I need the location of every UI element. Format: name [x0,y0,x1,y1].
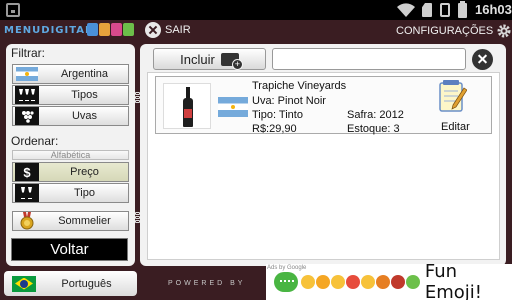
emoji-icon [405,275,420,289]
back-button[interactable]: Voltar [11,238,128,261]
search-input[interactable] [272,48,466,70]
emoji-icon [300,275,315,289]
sort-alphabetical[interactable]: Alfabética [12,150,129,160]
wine-bottle-image [163,83,211,129]
logo-green-icon [123,23,134,36]
wine-list-item[interactable]: Trapiche Vineyards Uva: Pinot Noir Tipo:… [155,76,492,135]
main-panel: Incluir Trapiche Vineyards Uva: Pinot No… [140,44,506,266]
filter-label: Argentina [60,68,109,80]
wine-glasses-icon [15,86,39,104]
edit-button[interactable]: Editar [441,121,470,133]
gear-icon [497,24,511,38]
tablet-icon [440,3,450,17]
sommelier-label: Sommelier [58,215,111,227]
language-button[interactable]: Português [4,271,137,296]
sort-label: Preço [70,166,99,178]
logo-blue-icon [87,23,98,36]
sort-price[interactable]: $ Preço [12,162,129,182]
filter-label: Uvas [71,110,98,122]
left-panel: Filtrar: Argentina Tipos Uvas Ordenar: A… [6,44,135,266]
ad-banner[interactable]: Ads by Google Fun Emoji! [266,261,512,300]
argentina-flag-icon [218,97,248,117]
logo-pink-icon [111,23,122,36]
clock: 16h03 [475,2,512,17]
ad-title: Fun Emoji! [424,261,482,300]
wine-harvest: Safra: 2012 [347,109,404,121]
dollar-icon: $ [15,163,39,181]
wine-grape: Uva: Pinot Noir [252,95,326,107]
ad-badge: Ads by Google [267,265,307,271]
chat-bubble-icon [274,272,298,292]
folder-add-icon [220,52,243,70]
emoji-icon [360,275,375,289]
wifi-icon [397,3,415,17]
sort-type[interactable]: Tipo [12,183,129,203]
emoji-icons [300,275,420,289]
filter-country-argentina[interactable]: Argentina [12,64,129,84]
sd-card-icon [422,3,432,17]
wine-price: R$:29,90 [252,123,297,135]
emoji-icon [330,275,345,289]
sort-partial-label: Alfabética [50,150,91,160]
settings-button[interactable]: CONFIGURAÇÕES [396,23,512,39]
emoji-icon [390,275,405,289]
filter-title: Filtrar: [11,46,45,60]
wine-type: Tipo: Tinto [252,109,303,121]
wine-stock: Estoque: 3 [347,123,400,135]
exit-button[interactable]: SAIR [145,22,191,38]
bottle-icon [183,87,193,127]
emoji-icon [345,275,360,289]
filter-grapes[interactable]: Uvas [12,106,129,126]
exit-label: SAIR [165,24,191,36]
add-wine-button[interactable]: Incluir [153,48,266,70]
sort-label: Tipo [74,187,95,199]
notification-icon [6,3,20,17]
medal-icon [20,212,34,230]
clear-search-button[interactable] [472,49,493,70]
filter-types[interactable]: Tipos [12,85,129,105]
logo-orange-icon [99,23,110,36]
wine-list[interactable]: Trapiche Vineyards Uva: Pinot Noir Tipo:… [147,72,500,260]
close-circle-icon [145,22,161,38]
settings-label: CONFIGURAÇÕES [396,25,494,37]
emoji-icon [375,275,390,289]
brazil-flag-icon [12,275,36,292]
battery-icon [458,1,467,18]
powered-by-text: POWERED BY [168,280,246,287]
app-header: MENUDIGITAL SAIR CONFIGURAÇÕES [0,20,512,42]
add-label: Incluir [180,51,215,67]
logo-icons [87,23,134,36]
sommelier-button[interactable]: Sommelier [12,211,129,231]
wine-name: Trapiche Vineyards [252,80,347,92]
grapes-icon [15,107,39,125]
language-label: Português [61,277,112,290]
edit-notepad-icon[interactable] [437,79,467,113]
wine-glasses-icon [15,184,39,202]
emoji-icon [315,275,330,289]
sort-title: Ordenar: [11,134,59,148]
filter-label: Tipos [71,89,98,101]
app-logo: MENUDIGITAL [4,25,93,36]
argentina-flag-icon [16,67,38,81]
status-bar: 16h03 [0,0,512,20]
